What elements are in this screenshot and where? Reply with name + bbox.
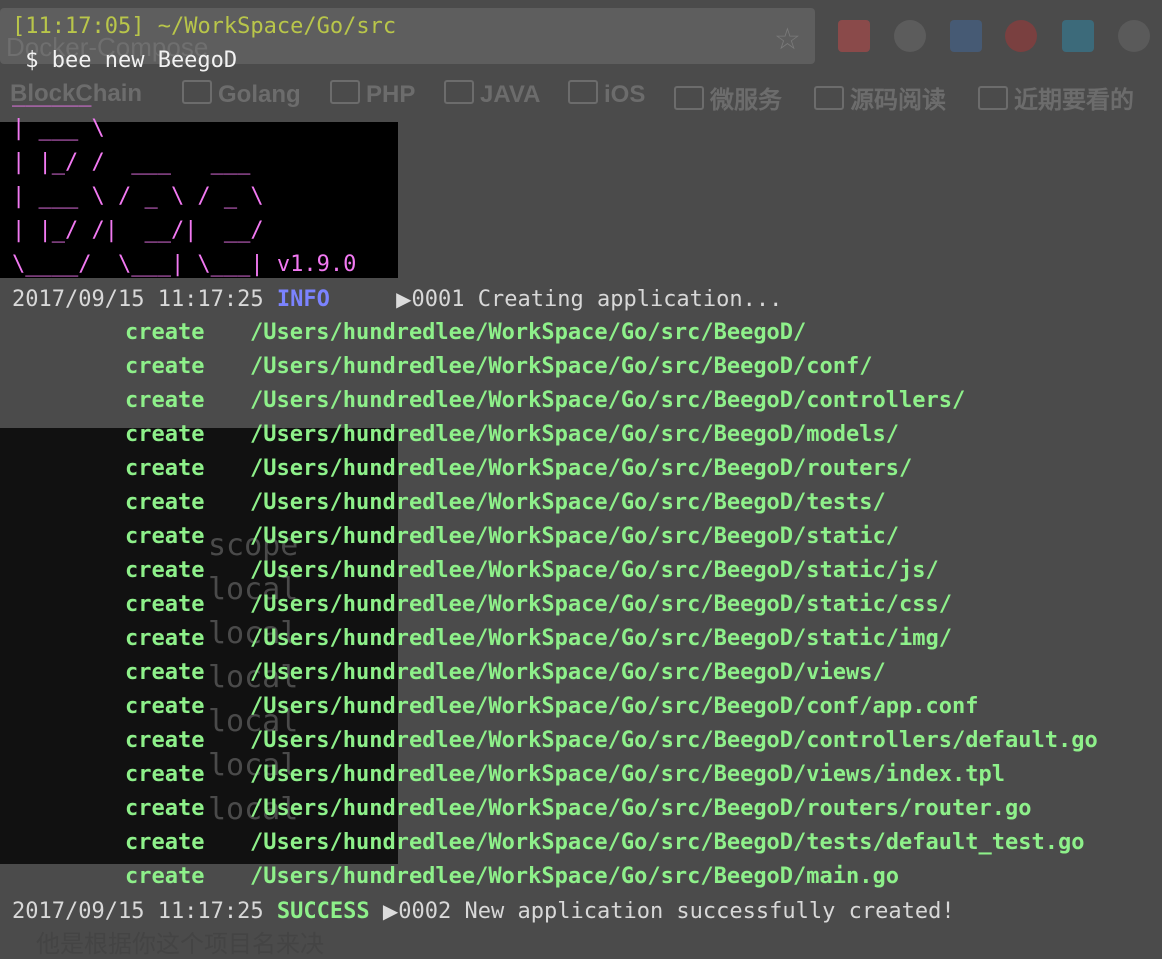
- created-path: /Users/hundredlee/WorkSpace/Go/src/Beego…: [250, 456, 913, 481]
- bookmark-star-icon: ☆: [774, 22, 801, 57]
- opera-icon: [1005, 20, 1037, 52]
- prompt-line: [11:17:05] ~/WorkSpace/Go/src: [12, 10, 396, 44]
- banner-line: ______: [12, 82, 92, 107]
- create-action: create: [125, 592, 205, 617]
- log-line-success: 2017/09/15 11:17:25 SUCCESS ▶0002 New ap…: [12, 894, 955, 929]
- play-arrow-icon: ▶: [382, 899, 399, 923]
- create-row: create/Users/hundredlee/WorkSpace/Go/src…: [125, 860, 899, 894]
- create-row: create/Users/hundredlee/WorkSpace/Go/src…: [125, 588, 952, 622]
- create-action: create: [125, 490, 205, 515]
- bookmark-to-read: 近期要看的: [978, 80, 1134, 115]
- created-path: /Users/hundredlee/WorkSpace/Go/src/Beego…: [250, 388, 966, 413]
- bookmark-microservice: 微服务: [674, 80, 782, 115]
- created-path: /Users/hundredlee/WorkSpace/Go/src/Beego…: [250, 694, 979, 719]
- created-path: /Users/hundredlee/WorkSpace/Go/src/Beego…: [250, 422, 900, 447]
- create-action: create: [125, 354, 205, 379]
- created-path: /Users/hundredlee/WorkSpace/Go/src/Beego…: [250, 626, 952, 651]
- log-message: 0001 Creating application...: [411, 287, 783, 312]
- log-level-info: INFO: [276, 287, 330, 312]
- create-action: create: [125, 422, 205, 447]
- create-action: create: [125, 864, 205, 889]
- create-row: create/Users/hundredlee/WorkSpace/Go/src…: [125, 418, 899, 452]
- create-row: create/Users/hundredlee/WorkSpace/Go/src…: [125, 486, 886, 520]
- create-action: create: [125, 728, 205, 753]
- created-path: /Users/hundredlee/WorkSpace/Go/src/Beego…: [250, 796, 1032, 821]
- folder-icon: [182, 80, 212, 104]
- banner-line: | ___ \ / _ \ / _ \: [12, 184, 264, 209]
- prompt-time: [11:17:05]: [12, 14, 145, 39]
- create-row: create/Users/hundredlee/WorkSpace/Go/src…: [125, 792, 1031, 826]
- created-path: /Users/hundredlee/WorkSpace/Go/src/Beego…: [250, 524, 900, 549]
- create-row: create/Users/hundredlee/WorkSpace/Go/src…: [125, 656, 886, 690]
- folder-icon: [674, 86, 704, 110]
- command-line: $ bee new BeegoD: [12, 48, 238, 73]
- create-row: create/Users/hundredlee/WorkSpace/Go/src…: [125, 384, 965, 418]
- bookmark-java: JAVA: [444, 80, 540, 109]
- prompt-path: ~/WorkSpace/Go/src: [157, 14, 397, 39]
- create-row: create/Users/hundredlee/WorkSpace/Go/src…: [125, 724, 1098, 758]
- play-arrow-icon: ▶: [396, 287, 412, 311]
- create-action: create: [125, 320, 205, 345]
- create-row: create/Users/hundredlee/WorkSpace/Go/src…: [125, 758, 1005, 792]
- create-row: create/Users/hundredlee/WorkSpace/Go/src…: [125, 690, 978, 724]
- create-row: create/Users/hundredlee/WorkSpace/Go/src…: [125, 554, 939, 588]
- create-row: create/Users/hundredlee/WorkSpace/Go/src…: [125, 520, 899, 554]
- created-path: /Users/hundredlee/WorkSpace/Go/src/Beego…: [250, 490, 886, 515]
- extension-icon-2: [1062, 20, 1094, 52]
- create-action: create: [125, 660, 205, 685]
- folder-icon: [330, 80, 360, 104]
- banner-line: \____/ \___| \___|: [12, 252, 264, 277]
- banner-line: | |_/ / ___ ___: [12, 150, 251, 175]
- create-action: create: [125, 796, 205, 821]
- bookmark-golang: Golang: [182, 80, 301, 109]
- created-path: /Users/hundredlee/WorkSpace/Go/src/Beego…: [250, 354, 873, 379]
- folder-icon: [978, 86, 1008, 110]
- created-path: /Users/hundredlee/WorkSpace/Go/src/Beego…: [250, 592, 952, 617]
- create-row: create/Users/hundredlee/WorkSpace/Go/src…: [125, 622, 952, 656]
- create-action: create: [125, 558, 205, 583]
- folder-icon: [568, 80, 598, 104]
- log-level-success: SUCCESS: [276, 899, 370, 924]
- created-path: /Users/hundredlee/WorkSpace/Go/src/Beego…: [250, 830, 1085, 855]
- create-row: create/Users/hundredlee/WorkSpace/Go/src…: [125, 316, 806, 350]
- version-label: v1.9.0: [276, 252, 357, 277]
- create-action: create: [125, 762, 205, 787]
- created-path: /Users/hundredlee/WorkSpace/Go/src/Beego…: [250, 728, 1098, 753]
- created-path: /Users/hundredlee/WorkSpace/Go/src/Beego…: [250, 558, 939, 583]
- log-line-info: 2017/09/15 11:17:25 INFO ▶0001 Creating …: [12, 282, 782, 317]
- banner-line: | ___ \: [12, 116, 105, 141]
- folder-icon: [814, 86, 844, 110]
- extension-icon: [838, 20, 870, 52]
- create-action: create: [125, 830, 205, 855]
- log-timestamp: 2017/09/15 11:17:25: [12, 287, 264, 312]
- created-path: /Users/hundredlee/WorkSpace/Go/src/Beego…: [250, 762, 1005, 787]
- folder-icon: [444, 80, 474, 104]
- gear-icon: [894, 20, 926, 52]
- create-action: create: [125, 694, 205, 719]
- create-action: create: [125, 524, 205, 549]
- background-bottom-text: 他是根据你这个项目名来决: [36, 930, 324, 958]
- created-path: /Users/hundredlee/WorkSpace/Go/src/Beego…: [250, 660, 886, 685]
- create-action: create: [125, 388, 205, 413]
- created-path: /Users/hundredlee/WorkSpace/Go/src/Beego…: [250, 864, 900, 889]
- banner-line: | |_/ /| __/| __/: [12, 218, 264, 243]
- log-message: 0002 New application successfully create…: [398, 899, 955, 924]
- banner-last-line: \____/ \___| \___| v1.9.0: [12, 248, 356, 282]
- created-path: /Users/hundredlee/WorkSpace/Go/src/Beego…: [250, 320, 807, 345]
- pocket-icon: [950, 20, 982, 52]
- bookmark-ios: iOS: [568, 80, 645, 109]
- create-row: create/Users/hundredlee/WorkSpace/Go/src…: [125, 350, 873, 384]
- bookmark-source-reading: 源码阅读: [814, 80, 946, 115]
- create-row: create/Users/hundredlee/WorkSpace/Go/src…: [125, 452, 912, 486]
- create-row: create/Users/hundredlee/WorkSpace/Go/src…: [125, 826, 1084, 860]
- create-action: create: [125, 456, 205, 481]
- info-icon: [1118, 20, 1150, 52]
- create-action: create: [125, 626, 205, 651]
- log-timestamp: 2017/09/15 11:17:25: [12, 899, 264, 924]
- bookmark-php: PHP: [330, 80, 415, 109]
